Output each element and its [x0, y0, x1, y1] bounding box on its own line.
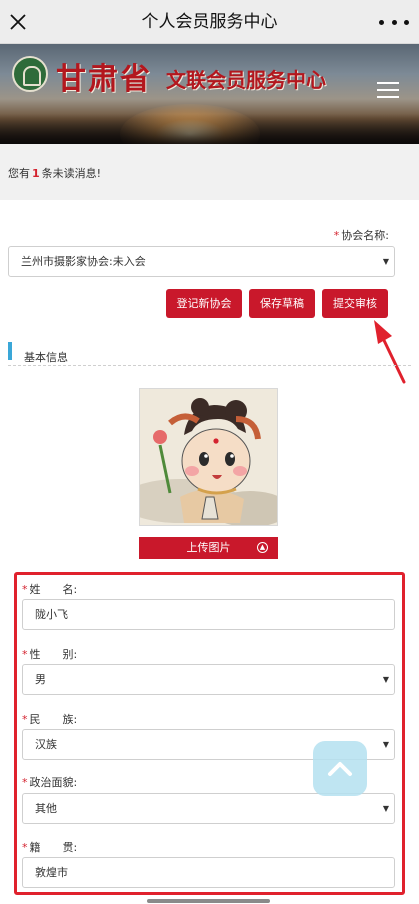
- gender-label-text: 性 别:: [29, 648, 78, 661]
- chevron-up-icon: [328, 761, 352, 776]
- required-mark: *: [22, 648, 28, 661]
- native-place-label-text: 籍 贯:: [29, 841, 78, 854]
- required-mark: *: [333, 229, 340, 242]
- section-heading: 基本信息: [8, 340, 411, 366]
- required-mark: *: [22, 713, 28, 726]
- more-dots-icon[interactable]: [379, 14, 409, 30]
- upload-circle-icon: ▲: [257, 542, 268, 553]
- native-place-field[interactable]: 敦煌市: [22, 857, 395, 888]
- dropdown-arrow-icon: ▼: [382, 740, 389, 749]
- association-label-text: 协会名称:: [341, 229, 389, 242]
- banner-silhouette: [0, 114, 419, 144]
- top-navbar: 个人会员服务中心: [0, 0, 419, 44]
- banner-subtitle: 文联会员服务中心: [166, 68, 326, 92]
- gender-select-value: 男: [35, 673, 46, 686]
- required-mark: *: [22, 776, 28, 789]
- name-label: * 姓 名:: [22, 581, 77, 597]
- political-status-select[interactable]: 其他 ▼: [22, 793, 395, 824]
- dropdown-arrow-icon: ▼: [382, 675, 389, 684]
- unread-count: 1: [32, 167, 40, 180]
- political-status-label: * 政治面貌:: [22, 774, 77, 790]
- dropdown-arrow-icon: ▼: [382, 804, 389, 813]
- gender-select[interactable]: 男 ▼: [22, 664, 395, 695]
- dropdown-arrow-icon: ▼: [382, 257, 389, 266]
- name-field[interactable]: 陇小飞: [22, 599, 395, 630]
- save-draft-button[interactable]: 保存草稿: [249, 289, 315, 318]
- ethnicity-label-text: 民 族:: [29, 713, 78, 726]
- political-status-label-text: 政治面貌:: [29, 776, 78, 789]
- upload-image-button[interactable]: 上传图片 ▲: [139, 537, 278, 559]
- banner-org-name: 甘肃省: [56, 62, 152, 97]
- register-association-button[interactable]: 登记新协会: [166, 289, 242, 318]
- home-indicator: [147, 899, 270, 903]
- cartoon-avatar-image: [140, 389, 277, 525]
- required-mark: *: [22, 583, 28, 596]
- back-to-top-button[interactable]: [313, 741, 367, 796]
- avatar: [139, 388, 278, 526]
- notice-prefix: 您有: [8, 167, 30, 180]
- political-status-select-value: 其他: [35, 802, 57, 815]
- header-banner: 甘肃省 文联会员服务中心: [0, 44, 419, 144]
- action-buttons: 登记新协会 保存草稿 提交审核: [0, 289, 419, 321]
- gender-label: * 性 别:: [22, 646, 77, 662]
- name-label-text: 姓 名:: [29, 583, 78, 596]
- unread-notice[interactable]: 您有 1 条未读消息!: [0, 144, 419, 200]
- required-mark: *: [22, 841, 28, 854]
- hamburger-menu-icon[interactable]: [377, 82, 399, 98]
- section-title: 基本信息: [24, 351, 68, 364]
- association-select[interactable]: 兰州市摄影家协会:未入会 ▼: [8, 246, 395, 277]
- submit-review-button[interactable]: 提交审核: [322, 289, 388, 318]
- notice-suffix: 条未读消息!: [41, 167, 102, 180]
- association-label: * 协会名称:: [334, 227, 389, 243]
- ethnicity-label: * 民 族:: [22, 711, 77, 727]
- association-select-value: 兰州市摄影家协会:未入会: [21, 255, 146, 268]
- emblem-logo: [12, 56, 48, 92]
- native-place-label: * 籍 贯:: [22, 839, 77, 855]
- upload-label: 上传图片: [186, 541, 231, 554]
- section-accent-bar: [8, 342, 12, 360]
- page-title: 个人会员服务中心: [141, 12, 278, 32]
- ethnicity-select-value: 汉族: [35, 738, 57, 751]
